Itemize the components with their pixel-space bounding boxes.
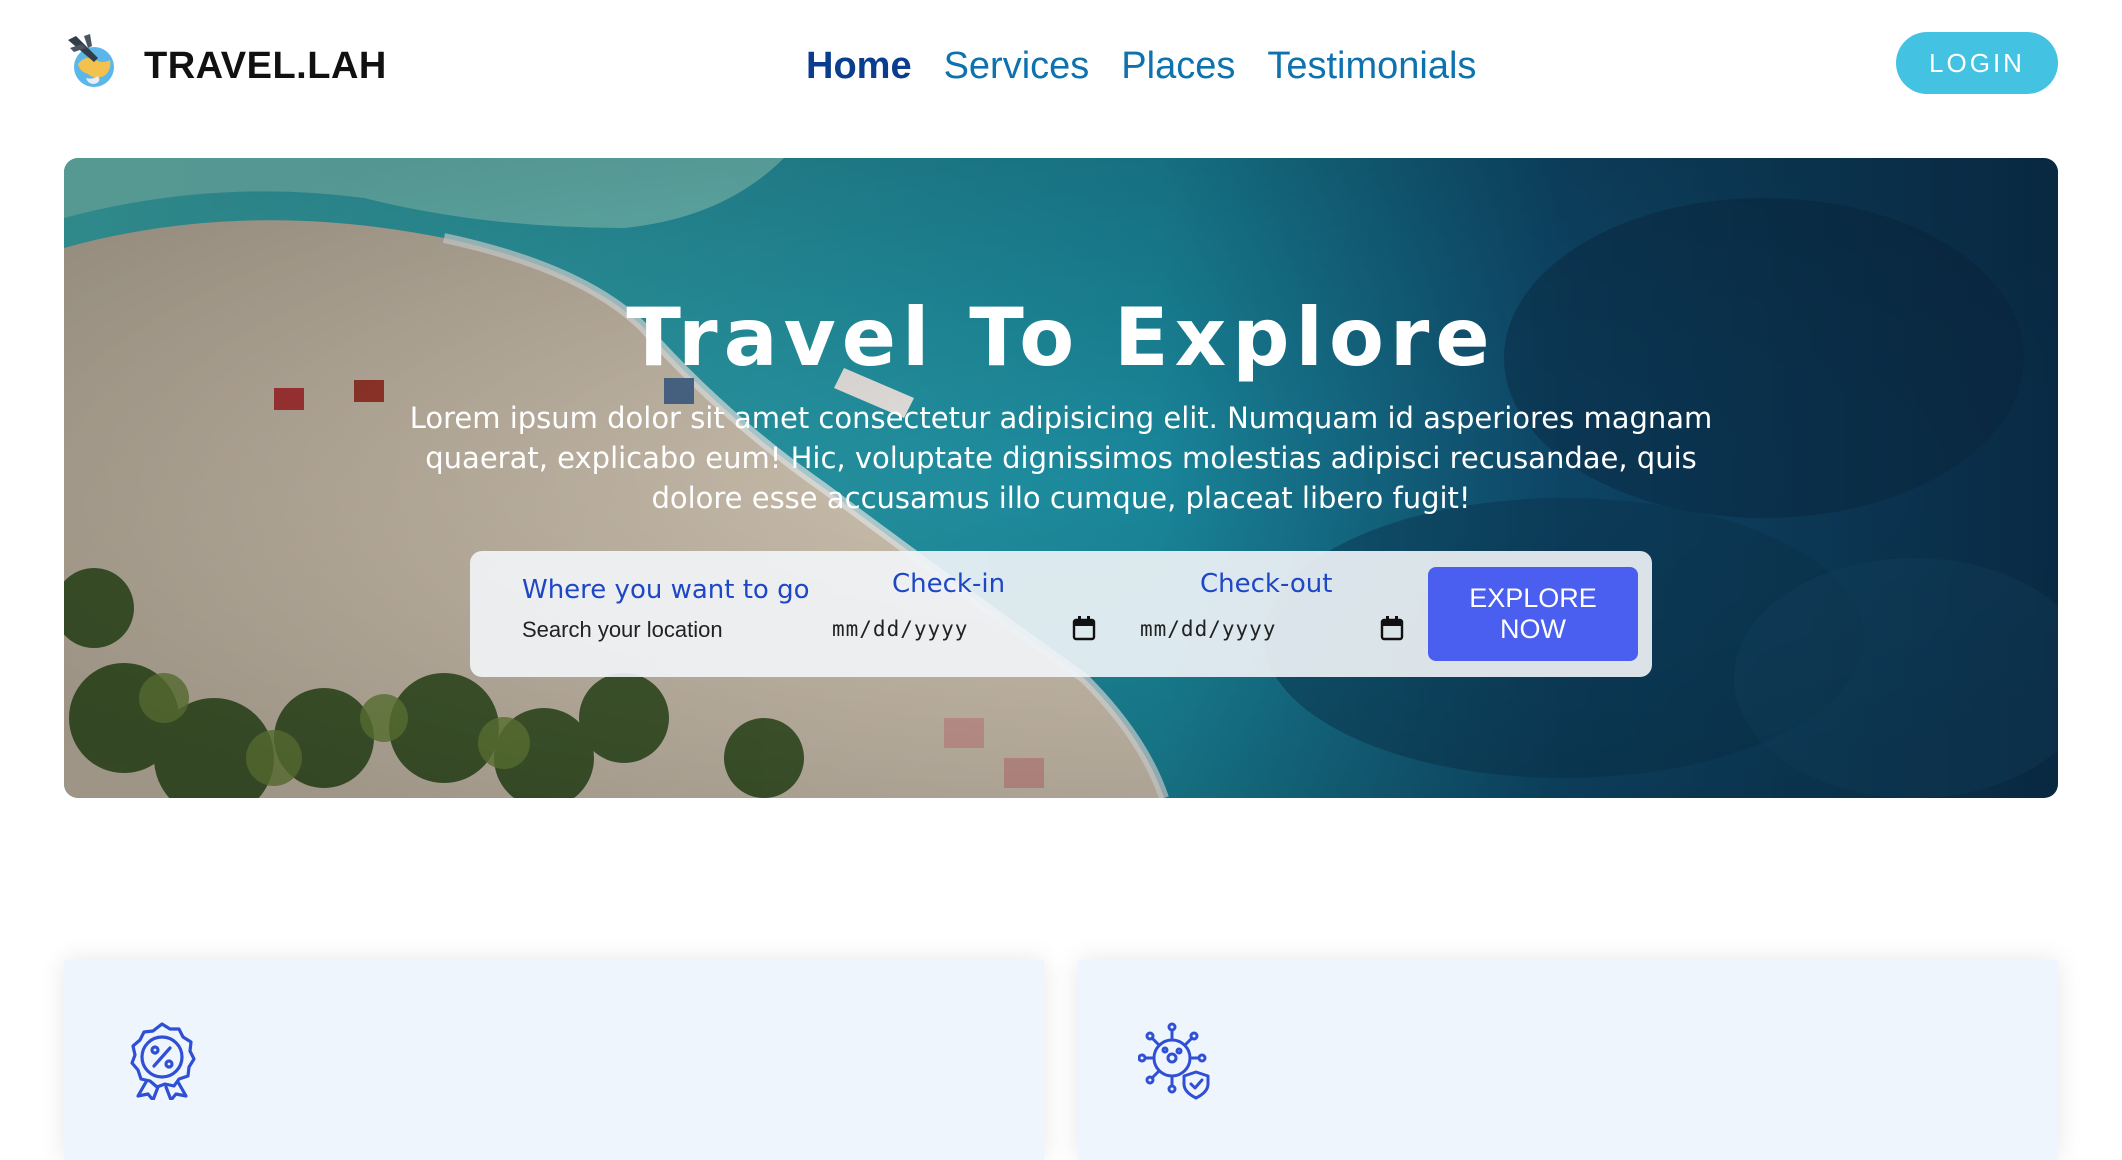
globe-plane-icon[interactable] bbox=[64, 34, 120, 90]
checkin-date-input[interactable]: mm/dd/yyyy bbox=[832, 613, 1102, 647]
checkout-label: Check-out bbox=[1200, 569, 1333, 599]
nav-link-home[interactable]: Home bbox=[806, 40, 912, 92]
location-label: Where you want to go bbox=[522, 575, 810, 605]
checkout-date-value: mm/dd/yyyy bbox=[1140, 617, 1277, 641]
checkout-date-input[interactable]: mm/dd/yyyy bbox=[1140, 613, 1410, 647]
checkin-date-value: mm/dd/yyyy bbox=[832, 617, 969, 641]
hero-description: Lorem ipsum dolor sit amet consectetur a… bbox=[409, 401, 1713, 515]
nav-link-services[interactable]: Services bbox=[944, 40, 1090, 92]
discount-badge-icon bbox=[130, 1022, 196, 1100]
virus-shield-icon bbox=[1138, 1022, 1210, 1100]
nav-link-places[interactable]: Places bbox=[1121, 40, 1235, 92]
booking-search-form: Where you want to go Check-in mm/dd/yyyy… bbox=[470, 551, 1652, 677]
brand-name[interactable]: TRAVEL.LAH bbox=[144, 40, 387, 92]
explore-now-button[interactable]: EXPLORE NOW bbox=[1428, 567, 1638, 661]
calendar-icon[interactable] bbox=[1072, 615, 1096, 641]
checkin-label: Check-in bbox=[892, 569, 1006, 599]
top-nav: TRAVEL.LAH Home Services Places Testimon… bbox=[0, 0, 2122, 130]
feature-card-discount bbox=[64, 960, 1044, 1160]
login-button[interactable]: LOGIN bbox=[1896, 32, 2058, 94]
hero-title: Travel To Explore bbox=[626, 291, 1496, 384]
location-input[interactable] bbox=[522, 613, 752, 647]
nav-link-testimonials[interactable]: Testimonials bbox=[1267, 40, 1476, 92]
feature-card-safety bbox=[1078, 960, 2058, 1160]
hero-banner: Travel To Explore Lorem ipsum dolor sit … bbox=[64, 158, 2058, 798]
main-menu: Home Services Places Testimonials bbox=[806, 40, 1476, 92]
calendar-icon[interactable] bbox=[1380, 615, 1404, 641]
